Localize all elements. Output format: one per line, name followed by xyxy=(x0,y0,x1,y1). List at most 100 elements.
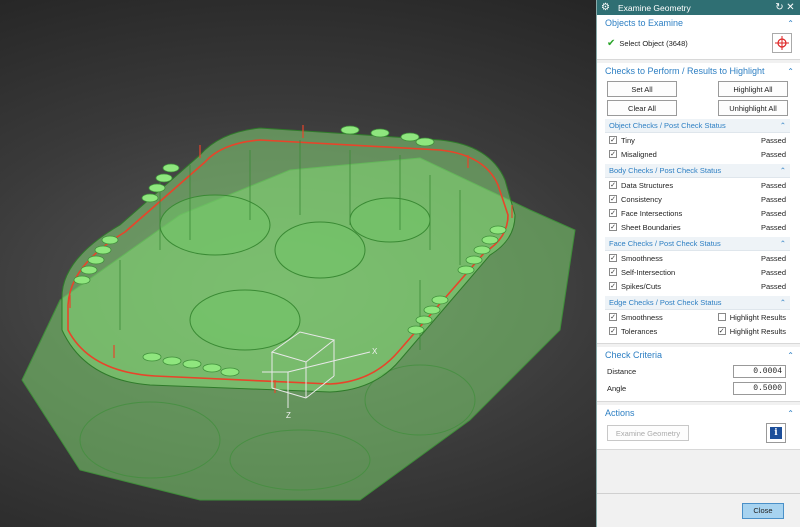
highlight-checkbox[interactable]: ✓ xyxy=(717,327,726,335)
graphics-viewport[interactable]: X Z xyxy=(0,0,596,527)
objects-section: Objects to Examine ⌃ ✔ Select Object (36… xyxy=(597,15,800,60)
unhighlight-all-button[interactable]: Unhighlight All xyxy=(718,100,788,116)
info-button[interactable]: i xyxy=(766,423,786,443)
object-checks-header[interactable]: Object Checks / Post Check Status ⌃ xyxy=(605,119,790,133)
chevron-up-icon[interactable]: ⌃ xyxy=(787,19,794,28)
check-label: Consistency xyxy=(621,194,662,204)
gear-icon: ⚙ xyxy=(601,1,610,13)
check-label: Self-Intersection xyxy=(621,267,676,277)
check-row-smoothness[interactable]: ✓ Smoothness Passed xyxy=(605,251,790,265)
check-status: Passed xyxy=(760,135,786,145)
checkbox[interactable]: ✓ xyxy=(609,254,617,262)
info-icon: i xyxy=(770,427,782,439)
highlight-checkbox[interactable] xyxy=(717,313,726,321)
highlight-label: Highlight Results xyxy=(729,312,786,322)
criteria-section-header[interactable]: Check Criteria ⌃ xyxy=(597,347,800,363)
checkbox[interactable]: ✓ xyxy=(609,136,617,144)
edge-checks-heading: Edge Checks / Post Check Status xyxy=(609,298,722,307)
face-checks-heading: Face Checks / Post Check Status xyxy=(609,239,721,248)
chevron-up-icon[interactable]: ⌃ xyxy=(787,351,794,360)
checkbox[interactable]: ✓ xyxy=(609,195,617,203)
checks-section: Checks to Perform / Results to Highlight… xyxy=(597,63,800,344)
check-label: Tolerances xyxy=(621,326,658,336)
check-row-tolerances[interactable]: ✓ Tolerances ✓ Highlight Results xyxy=(605,324,790,338)
examine-geometry-button[interactable]: Examine Geometry xyxy=(607,425,689,441)
select-object-button[interactable] xyxy=(772,33,792,53)
highlight-label: Highlight Results xyxy=(729,326,786,336)
chevron-up-icon[interactable]: ⌃ xyxy=(787,409,794,418)
check-row-sheet-boundaries[interactable]: ✓ Sheet Boundaries Passed xyxy=(605,220,790,234)
chevron-up-icon[interactable]: ⌃ xyxy=(780,121,786,130)
check-row-spikes-cuts[interactable]: ✓ Spikes/Cuts Passed xyxy=(605,279,790,293)
chevron-up-icon[interactable]: ⌃ xyxy=(780,298,786,307)
angle-input[interactable]: 0.5000 xyxy=(733,382,786,395)
check-row-self-intersection[interactable]: ✓ Self-Intersection Passed xyxy=(605,265,790,279)
object-checks-group: Object Checks / Post Check Status ⌃ ✓ Ti… xyxy=(605,119,790,161)
check-status: Passed xyxy=(760,253,786,263)
close-icon[interactable]: ✕ xyxy=(785,2,796,13)
examine-geometry-dialog: ⚙ Examine Geometry ↻ ✕ Objects to Examin… xyxy=(596,0,800,527)
angle-label: Angle xyxy=(607,384,627,393)
checkbox[interactable]: ✓ xyxy=(609,313,617,321)
checkbox[interactable]: ✓ xyxy=(609,268,617,276)
clear-all-button[interactable]: Clear All xyxy=(607,100,677,116)
check-status: Passed xyxy=(760,208,786,218)
face-checks-header[interactable]: Face Checks / Post Check Status ⌃ xyxy=(605,237,790,251)
check-row-misaligned[interactable]: ✓ Misaligned Passed xyxy=(605,147,790,161)
object-checks-heading: Object Checks / Post Check Status xyxy=(609,121,726,130)
check-row-consistency[interactable]: ✓ Consistency Passed xyxy=(605,192,790,206)
set-all-button[interactable]: Set All xyxy=(607,81,677,97)
check-row-face-intersections[interactable]: ✓ Face Intersections Passed xyxy=(605,206,790,220)
check-status: Passed xyxy=(760,180,786,190)
checkbox[interactable]: ✓ xyxy=(609,181,617,189)
face-checks-group: Face Checks / Post Check Status ⌃ ✓ Smoo… xyxy=(605,237,790,293)
check-status: Passed xyxy=(760,194,786,204)
dialog-title: Examine Geometry xyxy=(618,2,691,13)
objects-heading: Objects to Examine xyxy=(605,18,684,28)
checkbox[interactable]: ✓ xyxy=(609,282,617,290)
checkbox[interactable]: ✓ xyxy=(609,327,617,335)
distance-input[interactable]: 0.0004 xyxy=(733,365,786,378)
check-row-tiny[interactable]: ✓ Tiny Passed xyxy=(605,133,790,147)
checkbox[interactable]: ✓ xyxy=(609,150,617,158)
actions-section-header[interactable]: Actions ⌃ xyxy=(597,405,800,421)
checkmark-icon: ✔ xyxy=(607,37,616,49)
crosshair-icon xyxy=(775,36,789,50)
objects-section-header[interactable]: Objects to Examine ⌃ xyxy=(597,15,800,31)
reset-icon[interactable]: ↻ xyxy=(774,2,785,13)
check-label: Smoothness xyxy=(621,253,663,263)
body-checks-header[interactable]: Body Checks / Post Check Status ⌃ xyxy=(605,164,790,178)
chevron-up-icon[interactable]: ⌃ xyxy=(780,166,786,175)
chevron-up-icon[interactable]: ⌃ xyxy=(780,239,786,248)
check-status: Passed xyxy=(760,222,786,232)
criteria-heading: Check Criteria xyxy=(605,350,663,360)
check-status: Passed xyxy=(760,281,786,291)
check-status: Passed xyxy=(760,267,786,277)
part-model: X Z xyxy=(21,125,576,501)
distance-label: Distance xyxy=(607,367,637,376)
body-checks-group: Body Checks / Post Check Status ⌃ ✓ Data… xyxy=(605,164,790,234)
close-button[interactable]: Close xyxy=(742,502,784,519)
check-label: Face Intersections xyxy=(621,208,683,218)
select-object-label: Select Object (3648) xyxy=(619,38,688,48)
actions-section: Actions ⌃ Examine Geometry i xyxy=(597,405,800,450)
body-checks-heading: Body Checks / Post Check Status xyxy=(609,166,722,175)
chevron-up-icon[interactable]: ⌃ xyxy=(787,67,794,76)
criteria-section: Check Criteria ⌃ Distance 0.0004 Angle 0… xyxy=(597,347,800,402)
check-label: Tiny xyxy=(621,135,635,145)
dialog-footer: Close xyxy=(597,493,800,527)
check-row-data-structures[interactable]: ✓ Data Structures Passed xyxy=(605,178,790,192)
edge-checks-header[interactable]: Edge Checks / Post Check Status ⌃ xyxy=(605,296,790,310)
checks-heading: Checks to Perform / Results to Highlight xyxy=(605,66,765,76)
check-status: Passed xyxy=(760,149,786,159)
dialog-title-bar: ⚙ Examine Geometry ↻ ✕ xyxy=(597,0,800,15)
highlight-all-button[interactable]: Highlight All xyxy=(718,81,788,97)
check-row-edge-smoothness[interactable]: ✓ Smoothness Highlight Results xyxy=(605,310,790,324)
check-label: Misaligned xyxy=(621,149,657,159)
check-label: Sheet Boundaries xyxy=(621,222,681,232)
actions-heading: Actions xyxy=(605,408,635,418)
checkbox[interactable]: ✓ xyxy=(609,209,617,217)
checks-section-header[interactable]: Checks to Perform / Results to Highlight… xyxy=(597,63,800,79)
check-label: Smoothness xyxy=(621,312,663,322)
checkbox[interactable]: ✓ xyxy=(609,223,617,231)
